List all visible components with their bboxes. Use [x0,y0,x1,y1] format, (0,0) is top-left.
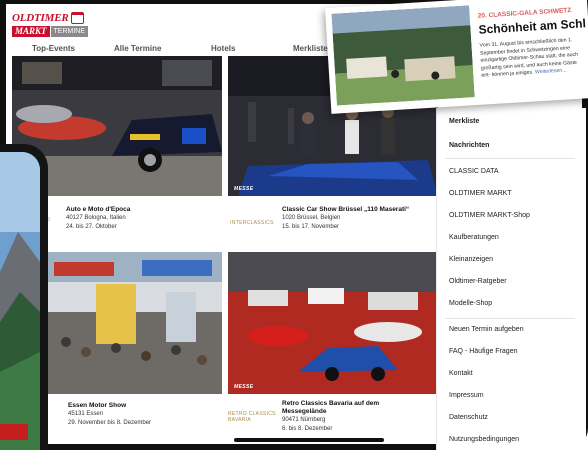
menu-oldtimer-ratgeber[interactable]: Oldtimer-Ratgeber [449,278,507,285]
nav-top-events[interactable]: Top-Events [32,44,75,53]
menu-divider [445,158,575,159]
site-logo[interactable]: OLDTIMER MARKT TERMINE [12,12,92,37]
menu-kontakt[interactable]: Kontakt [449,370,473,377]
menu-merkliste[interactable]: Merkliste [449,118,479,125]
menu-datenschutz[interactable]: Datenschutz [449,414,488,421]
menu-faq[interactable]: FAQ - Häufige Fragen [449,348,517,355]
news-article-card[interactable]: 20. CLASSIC-GALA SCHWETZ Schönheit am Sc… [325,0,588,114]
phone-frame [0,144,48,450]
article-photo [331,5,475,106]
menu-nachrichten[interactable]: Nachrichten [449,142,489,149]
article-title[interactable]: Schönheit am Schl [478,16,586,37]
event-title-line2: Messegelände [282,408,327,415]
stage: OLDTIMER MARKT TERMINE Top-Events Alle T… [0,0,588,450]
logo-word-oldtimer: OLDTIMER [12,12,69,24]
article-body: Vom 31. August bis einschließlich den 1.… [479,36,585,80]
event-photo [46,252,222,394]
menu-divider [445,318,575,319]
event-location: 1020 Brüssel, Belgien [282,215,341,221]
event-dates: 29. November bis 8. Dezember [68,420,152,426]
side-menu: Merkliste Nachrichten CLASSIC DATA OLDTI… [436,108,586,450]
nav-alle-termine[interactable]: Alle Termine [114,44,161,53]
menu-oldtimer-markt[interactable]: OLDTIMER MARKT [449,190,512,197]
event-logo: RETRO CLASSICS BAVARIA [228,411,276,423]
event-title: Classic Car Show Brüssel „110 Maserati“ [282,206,410,213]
event-title: Retro Classics Bavaria auf dem [282,400,380,407]
event-badge: MESSE [234,384,254,390]
menu-impressum[interactable]: Impressum [449,392,484,399]
article-read-more-link[interactable]: Weiterlesen... [535,67,567,75]
event-card-essen[interactable]: Essen Motor Show 45131 Essen 29. Novembe… [46,252,222,438]
home-indicator [234,438,384,442]
event-logo: INTERCLASSICS [230,220,274,226]
event-title: Auto e Moto d'Epoca [66,206,131,213]
menu-modelle-shop[interactable]: Modelle-Shop [449,300,492,307]
phone-screen [0,152,40,450]
event-dates: 24. bis 27. Oktober [66,224,117,230]
event-badge: MESSE [234,186,254,192]
menu-classic-data[interactable]: CLASSIC DATA [449,168,499,175]
nav-hotels[interactable]: Hotels [211,44,235,53]
event-photo: MESSE [228,252,438,394]
event-location: 40127 Bologna, Italien [66,215,126,221]
event-dates: 15. bis 17. November [282,224,340,230]
event-location: 45131 Essen [68,411,104,417]
menu-kleinanzeigen[interactable]: Kleinanzeigen [449,256,493,263]
event-dates: 6. bis 8. Dezember [282,426,333,432]
event-location: 90471 Nürnberg [282,417,326,423]
event-title: Essen Motor Show [68,402,127,409]
calendar-icon [71,12,85,24]
menu-neuen-termin[interactable]: Neuen Termin aufgeben [449,326,524,333]
event-card-nuernberg[interactable]: MESSE RETRO CLASSICS BAVARIA Retro Class… [228,252,438,438]
menu-nutzungsbedingungen[interactable]: Nutzungsbedingungen [449,436,519,443]
logo-word-markt: MARKT [12,25,50,37]
menu-oldtimer-markt-shop[interactable]: OLDTIMER MARKT-Shop [449,212,530,219]
nav-merkliste[interactable]: Merkliste [293,44,328,53]
logo-word-termine: TERMINE [50,25,89,37]
phone-landscape-image [0,152,40,450]
menu-kaufberatungen[interactable]: Kaufberatungen [449,234,499,241]
